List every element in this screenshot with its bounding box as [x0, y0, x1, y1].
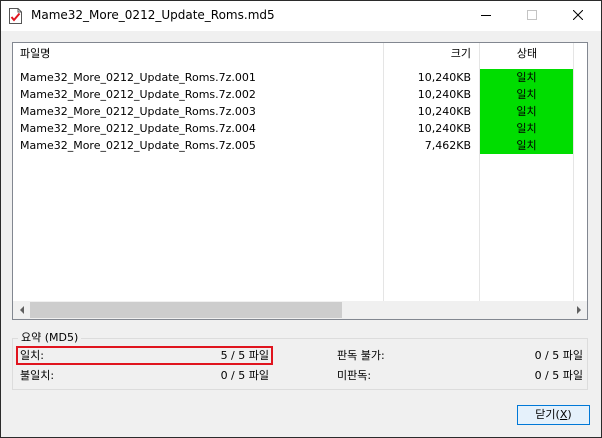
status-badge: 일치: [480, 103, 573, 120]
close-button-suffix: ): [567, 408, 572, 421]
column-header-name[interactable]: 파일명: [20, 43, 50, 65]
unchecked-value: 0 / 5 파일: [534, 369, 583, 382]
file-list[interactable]: 파일명 크기 상태 Mame32_More_0212_Update_Roms.7…: [12, 42, 588, 320]
document-check-icon: [9, 8, 22, 24]
list-header: 파일명 크기 상태: [13, 43, 587, 65]
unchecked-label: 미판독:: [337, 369, 372, 382]
column-header-size[interactable]: 크기: [383, 43, 477, 65]
close-button-label: 닫기(: [535, 408, 560, 421]
file-name: Mame32_More_0212_Update_Roms.7z.005: [20, 139, 256, 152]
scrollbar-thumb[interactable]: [30, 302, 342, 318]
close-button[interactable]: 닫기(X): [517, 405, 590, 425]
undeterminable-value: 0 / 5 파일: [534, 349, 583, 362]
mismatch-label: 불일치:: [20, 369, 55, 382]
md5-check-window: Mame32_More_0212_Update_Roms.md5 파일명 크기 …: [0, 0, 602, 438]
maximize-button[interactable]: [509, 1, 555, 31]
match-highlight-box: [16, 346, 273, 365]
file-name: Mame32_More_0212_Update_Roms.7z.004: [20, 122, 256, 135]
title-bar: Mame32_More_0212_Update_Roms.md5: [1, 1, 601, 31]
status-badge: 일치: [480, 69, 573, 86]
table-row[interactable]: Mame32_More_0212_Update_Roms.7z.003 10,2…: [13, 103, 587, 120]
file-size: 10,240KB: [417, 122, 471, 135]
file-name: Mame32_More_0212_Update_Roms.7z.002: [20, 88, 256, 101]
file-size: 7,462KB: [424, 139, 471, 152]
close-window-button[interactable]: [555, 1, 601, 31]
horizontal-scrollbar[interactable]: [13, 301, 587, 319]
minimize-button[interactable]: [463, 1, 509, 31]
maximize-icon: [527, 9, 537, 23]
status-badge: 일치: [480, 86, 573, 103]
table-row[interactable]: Mame32_More_0212_Update_Roms.7z.001 10,2…: [13, 69, 587, 86]
file-name: Mame32_More_0212_Update_Roms.7z.001: [20, 71, 256, 84]
status-badge: 일치: [480, 137, 573, 154]
undeterminable-label: 판독 불가:: [337, 349, 385, 362]
mismatch-value: 0 / 5 파일: [220, 369, 269, 382]
scroll-right-button[interactable]: [570, 301, 587, 319]
file-size: 10,240KB: [417, 105, 471, 118]
chevron-right-icon: [576, 304, 582, 317]
chevron-left-icon: [19, 304, 25, 317]
close-icon: [572, 9, 584, 23]
column-header-status[interactable]: 상태: [481, 43, 573, 65]
table-row[interactable]: Mame32_More_0212_Update_Roms.7z.004 10,2…: [13, 120, 587, 137]
table-row[interactable]: Mame32_More_0212_Update_Roms.7z.002 10,2…: [13, 86, 587, 103]
table-row[interactable]: Mame32_More_0212_Update_Roms.7z.005 7,46…: [13, 137, 587, 154]
minimize-icon: [481, 10, 491, 23]
window-title: Mame32_More_0212_Update_Roms.md5: [31, 8, 275, 22]
file-size: 10,240KB: [417, 88, 471, 101]
scroll-left-button[interactable]: [13, 301, 30, 319]
file-size: 10,240KB: [417, 71, 471, 84]
file-name: Mame32_More_0212_Update_Roms.7z.003: [20, 105, 256, 118]
summary-title: 요약 (MD5): [18, 330, 82, 345]
status-badge: 일치: [480, 120, 573, 137]
